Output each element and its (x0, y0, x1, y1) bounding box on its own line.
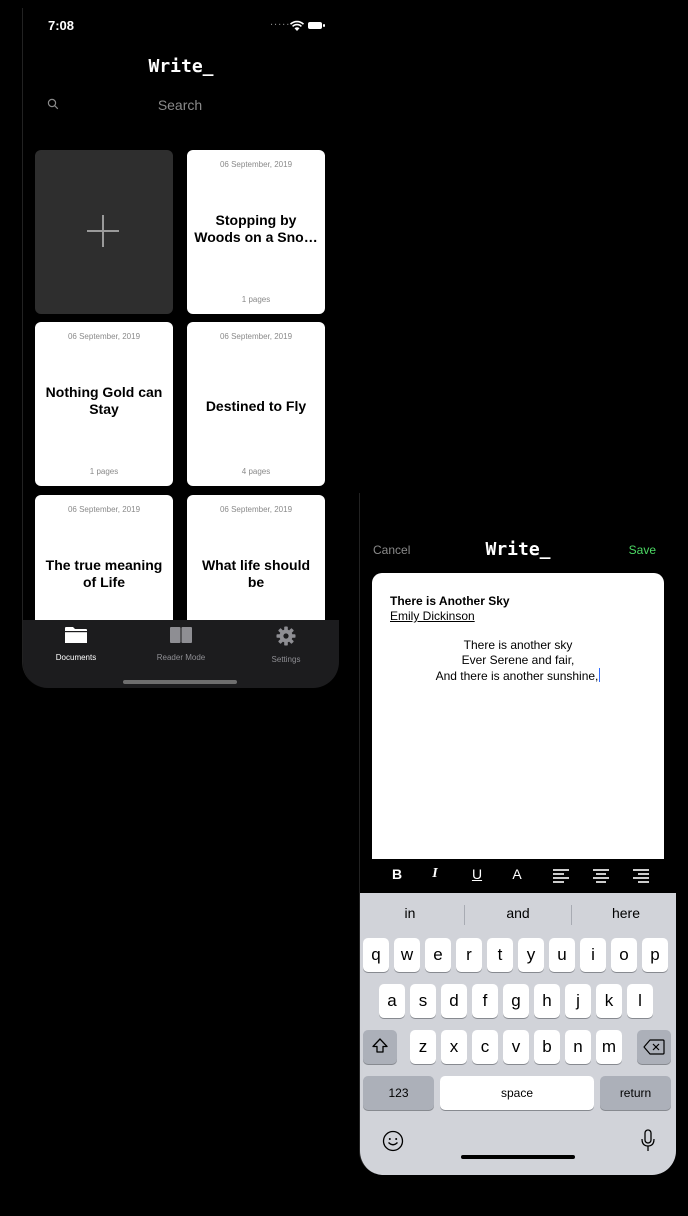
tab-reader-mode[interactable]: Reader Mode (136, 626, 226, 662)
card-pages: 4 pages (241, 467, 271, 476)
emoji-icon[interactable] (382, 1130, 404, 1152)
new-document-button[interactable] (35, 150, 173, 314)
document-author[interactable]: Emily Dickinson (390, 609, 475, 623)
key-g[interactable]: g (503, 984, 529, 1018)
card-date: 06 September, 2019 (219, 160, 293, 169)
save-button[interactable]: Save (629, 543, 656, 557)
tab-label: Settings (271, 655, 301, 664)
card-date: 06 September, 2019 (67, 505, 141, 514)
underline-button[interactable]: U (466, 866, 488, 886)
text-line: There is another sky (463, 638, 573, 652)
card-title: Nothing Gold can Stay (45, 384, 163, 417)
card-title: What life should be (201, 557, 311, 590)
key-z[interactable]: z (410, 1030, 436, 1064)
status-time: 7:08 (48, 18, 75, 33)
plus-icon (87, 215, 119, 247)
suggestion[interactable]: and (468, 905, 568, 921)
shift-icon (372, 1038, 388, 1053)
key-r[interactable]: r (456, 938, 482, 972)
keyboard: in and here q w e r t y u i o p a s d f … (360, 893, 676, 1175)
card-title: Destined to Fly (205, 398, 307, 414)
card-pages: 1 pages (241, 295, 271, 304)
delete-key[interactable] (637, 1030, 671, 1064)
key-p[interactable]: p (642, 938, 668, 972)
key-e[interactable]: e (425, 938, 451, 972)
key-f[interactable]: f (472, 984, 498, 1018)
key-k[interactable]: k (596, 984, 622, 1018)
tab-documents[interactable]: Documents (31, 626, 121, 662)
text-cursor (599, 668, 601, 682)
key-l[interactable]: l (627, 984, 653, 1018)
key-i[interactable]: i (580, 938, 606, 972)
microphone-icon[interactable] (640, 1129, 656, 1153)
document-card[interactable]: 06 September, 2019 Stopping by Woods on … (187, 150, 325, 314)
home-indicator (123, 680, 237, 684)
bold-button[interactable]: B (386, 866, 408, 886)
app-title: Write_ (148, 56, 214, 77)
key-w[interactable]: w (394, 938, 420, 972)
align-left-icon[interactable] (550, 866, 572, 886)
signal-dots: ..... (270, 16, 291, 28)
shift-key[interactable] (363, 1030, 397, 1064)
key-t[interactable]: t (487, 938, 513, 972)
book-icon (170, 627, 192, 643)
text-line-content: And there is another sunshine, (435, 669, 599, 683)
home-indicator (461, 1155, 575, 1159)
key-q[interactable]: q (363, 938, 389, 972)
battery-icon (308, 22, 325, 29)
editor-screen: Cancel Write_ Save There is Another Sky … (359, 493, 676, 1175)
wifi-icon (289, 20, 305, 31)
key-j[interactable]: j (565, 984, 591, 1018)
card-date: 06 September, 2019 (219, 332, 293, 341)
tab-bar: Documents Reader Mode Settings (23, 620, 339, 688)
suggestion-divider (464, 905, 465, 925)
text-line: And there is another sunshine, (372, 668, 664, 684)
status-bar: 7:08 ..... (23, 8, 339, 44)
card-pages: 1 pages (89, 467, 119, 476)
tab-settings[interactable]: Settings (241, 626, 331, 664)
document-title[interactable]: There is Another Sky (390, 594, 510, 608)
suggestion[interactable]: in (360, 905, 460, 921)
documents-screen: 7:08 ..... Write_ Search 06 September, 2… (22, 8, 339, 688)
key-u[interactable]: u (549, 938, 575, 972)
italic-button[interactable]: I (424, 866, 446, 886)
key-y[interactable]: y (518, 938, 544, 972)
key-b[interactable]: b (534, 1030, 560, 1064)
suggestion-divider (571, 905, 572, 925)
key-d[interactable]: d (441, 984, 467, 1018)
key-n[interactable]: n (565, 1030, 591, 1064)
key-h[interactable]: h (534, 984, 560, 1018)
font-button[interactable]: A (506, 866, 528, 886)
space-key[interactable]: space (440, 1076, 594, 1110)
document-editor[interactable]: There is Another Sky Emily Dickinson The… (372, 573, 664, 863)
key-m[interactable]: m (596, 1030, 622, 1064)
card-date: 06 September, 2019 (219, 505, 293, 514)
key-a[interactable]: a (379, 984, 405, 1018)
key-x[interactable]: x (441, 1030, 467, 1064)
align-right-icon[interactable] (630, 866, 652, 886)
search-bar[interactable]: Search (45, 93, 315, 119)
document-body[interactable]: There is another sky Ever Serene and fai… (372, 638, 664, 684)
document-card[interactable]: 06 September, 2019 Nothing Gold can Stay… (35, 322, 173, 486)
return-key[interactable]: return (600, 1076, 671, 1110)
numbers-key[interactable]: 123 (363, 1076, 434, 1110)
backspace-icon (643, 1039, 665, 1055)
search-input[interactable]: Search (45, 97, 315, 113)
card-title: Stopping by Woods on a Sno… (194, 212, 318, 245)
text-line: Ever Serene and fair, (461, 653, 575, 667)
card-date: 06 September, 2019 (67, 332, 141, 341)
suggestion[interactable]: here (576, 905, 676, 921)
gear-icon (276, 626, 296, 646)
folder-icon (65, 627, 87, 643)
format-toolbar: B I U A (372, 859, 664, 893)
document-card[interactable]: 06 September, 2019 Destined to Fly 4 pag… (187, 322, 325, 486)
key-s[interactable]: s (410, 984, 436, 1018)
key-v[interactable]: v (503, 1030, 529, 1064)
key-o[interactable]: o (611, 938, 637, 972)
card-title: The true meaning of Life (45, 557, 163, 590)
tab-label: Documents (55, 653, 97, 662)
align-center-icon[interactable] (590, 866, 612, 886)
key-c[interactable]: c (472, 1030, 498, 1064)
tab-label: Reader Mode (156, 653, 206, 662)
